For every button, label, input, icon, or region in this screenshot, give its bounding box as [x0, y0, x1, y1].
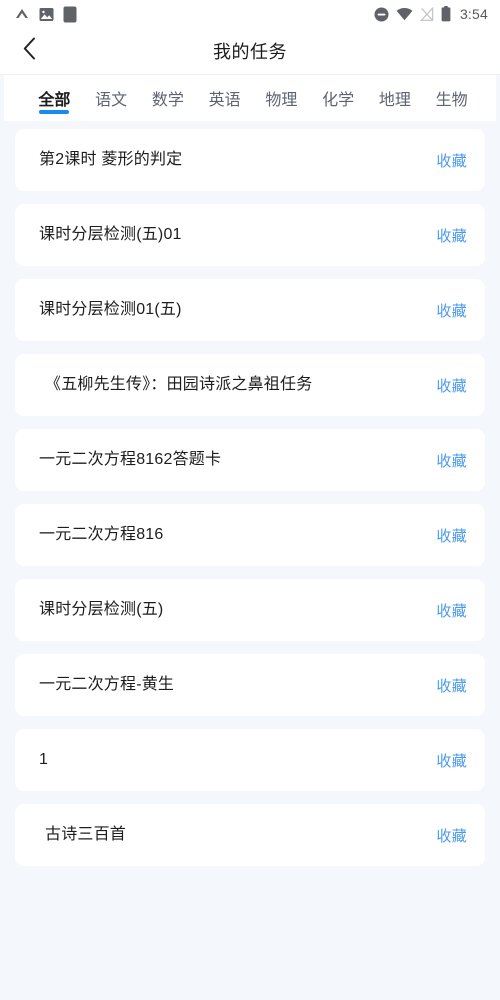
- tab-physics[interactable]: 物理: [253, 75, 310, 121]
- task-title: 课时分层检测(五)01: [39, 225, 182, 243]
- task-title: 古诗三百首: [45, 825, 127, 843]
- favorite-button[interactable]: 收藏: [436, 750, 467, 771]
- subject-tab-bar: 全部 语文 数学 英语 物理 化学 地理 生物: [4, 75, 496, 121]
- image-icon: [39, 7, 54, 22]
- task-list-item[interactable]: 一元二次方程816 收藏: [15, 504, 485, 566]
- tab-label: 全部: [38, 92, 71, 109]
- task-title: 1: [39, 750, 49, 768]
- favorite-button[interactable]: 收藏: [436, 150, 467, 171]
- task-list[interactable]: 第2课时 菱形的判定 收藏 课时分层检测(五)01 收藏 课时分层检测01(五)…: [0, 121, 500, 1000]
- tab-label: 地理: [378, 92, 411, 109]
- task-list-item[interactable]: 第2课时 菱形的判定 收藏: [15, 129, 485, 191]
- task-title: 课时分层检测(五): [39, 600, 164, 618]
- tab-label: 数学: [151, 92, 184, 109]
- task-list-item[interactable]: 课时分层检测01(五) 收藏: [15, 279, 485, 341]
- task-title: 第2课时 菱形的判定: [39, 150, 183, 168]
- back-chevron-icon: [23, 37, 36, 65]
- tab-all[interactable]: 全部: [26, 75, 83, 121]
- task-list-item[interactable]: 《五柳先生传》：田园诗派之鼻祖任务 收藏: [15, 354, 485, 416]
- favorite-button[interactable]: 收藏: [436, 300, 467, 321]
- task-title: 一元二次方程-黄生: [39, 675, 175, 693]
- task-title: 一元二次方程816: [39, 525, 164, 543]
- app-screen: 3:54 我的任务 全部 语文 数学 英语 物理 化学 地理 生物 第2课时 菱…: [0, 0, 500, 1000]
- do-not-disturb-icon: [374, 7, 389, 22]
- document-icon: [63, 6, 77, 23]
- task-title: 《五柳先生传》：田园诗派之鼻祖任务: [45, 375, 313, 393]
- tab-label: 生物: [435, 92, 468, 109]
- task-list-item[interactable]: 古诗三百首 收藏: [15, 804, 485, 866]
- task-list-item[interactable]: 1 收藏: [15, 729, 485, 791]
- tab-english[interactable]: 英语: [196, 75, 253, 121]
- favorite-button[interactable]: 收藏: [436, 375, 467, 396]
- tab-label: 物理: [265, 92, 298, 109]
- status-bar-clock: 3:54: [459, 6, 488, 22]
- arrow-up-icon: [14, 6, 30, 22]
- favorite-button[interactable]: 收藏: [436, 450, 467, 471]
- tab-math[interactable]: 数学: [140, 75, 197, 121]
- tab-label: 语文: [95, 92, 128, 109]
- back-button[interactable]: [8, 28, 50, 74]
- favorite-button[interactable]: 收藏: [436, 525, 467, 546]
- favorite-button[interactable]: 收藏: [436, 825, 467, 846]
- task-list-item[interactable]: 课时分层检测(五) 收藏: [15, 579, 485, 641]
- tab-label: 化学: [322, 92, 355, 109]
- tab-bar-container: 全部 语文 数学 英语 物理 化学 地理 生物: [0, 75, 500, 121]
- favorite-button[interactable]: 收藏: [436, 675, 467, 696]
- tab-biology[interactable]: 生物: [423, 75, 480, 121]
- status-bar: 3:54: [0, 0, 500, 28]
- tab-chemistry[interactable]: 化学: [310, 75, 367, 121]
- tab-geography[interactable]: 地理: [367, 75, 424, 121]
- battery-icon: [441, 6, 451, 22]
- favorite-button[interactable]: 收藏: [436, 600, 467, 621]
- task-list-item[interactable]: 课时分层检测(五)01 收藏: [15, 204, 485, 266]
- task-title: 一元二次方程8162答题卡: [39, 450, 222, 468]
- tab-label: 英语: [208, 92, 241, 109]
- status-bar-right-icons: 3:54: [374, 6, 488, 22]
- status-bar-left-icons: [14, 6, 77, 23]
- wifi-icon: [396, 7, 413, 21]
- task-list-item[interactable]: 一元二次方程8162答题卡 收藏: [15, 429, 485, 491]
- task-title: 课时分层检测01(五): [39, 300, 182, 318]
- page-title: 我的任务: [213, 42, 287, 62]
- favorite-button[interactable]: 收藏: [436, 225, 467, 246]
- navigation-bar: 我的任务: [0, 28, 500, 74]
- task-list-item[interactable]: 一元二次方程-黄生 收藏: [15, 654, 485, 716]
- tab-chinese[interactable]: 语文: [83, 75, 140, 121]
- signal-off-icon: [419, 6, 434, 22]
